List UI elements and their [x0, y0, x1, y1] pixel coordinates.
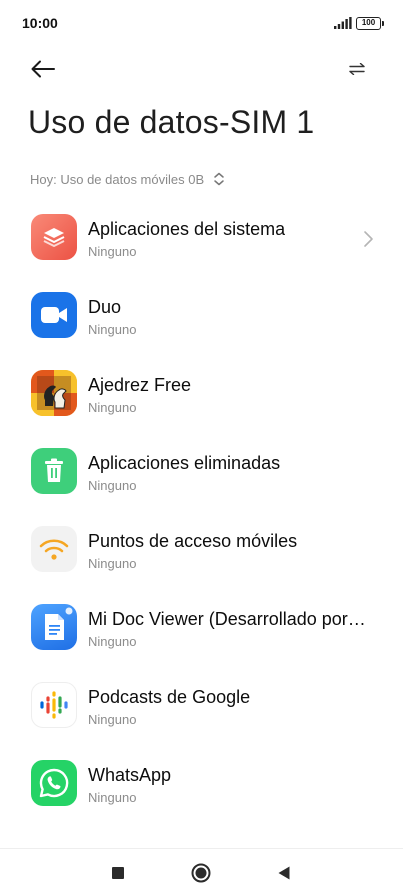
back-button[interactable] [28, 54, 58, 84]
doc-viewer-icon [31, 604, 77, 650]
app-usage: Ninguno [88, 790, 137, 805]
usage-filter-dropdown[interactable]: Hoy: Uso de datos móviles 0B [30, 169, 225, 189]
system-apps-icon [31, 214, 77, 260]
app-name: Puntos de acceso móviles [88, 531, 298, 551]
app-name: Podcasts de Google [88, 687, 251, 707]
list-item[interactable]: Aplicaciones del sistema Ninguno [0, 202, 403, 280]
usage-filter-label: Hoy: Uso de datos móviles 0B [30, 171, 205, 187]
hotspot-icon [31, 526, 77, 572]
app-name: Ajedrez Free [88, 375, 192, 395]
recents-square-icon[interactable] [112, 867, 124, 879]
list-item[interactable]: Puntos de acceso móviles Ninguno [0, 514, 403, 592]
status-time: 10:00 [22, 15, 58, 31]
app-name: WhatsApp [88, 765, 172, 785]
app-usage: Ninguno [88, 556, 137, 571]
arrow-left-icon [31, 60, 55, 78]
google-podcasts-icon [31, 682, 77, 728]
swap-button[interactable] [342, 54, 372, 84]
signal-icon [334, 17, 352, 29]
page-title: Uso de datos-SIM 1 [28, 104, 315, 140]
app-usage: Ninguno [88, 322, 137, 337]
battery-icon: 100 [356, 17, 384, 30]
navigation-bar [0, 848, 403, 896]
status-bar: 10:00 100 [0, 0, 403, 48]
app-name: Duo [88, 297, 122, 317]
app-usage: Ninguno [88, 478, 137, 493]
duo-icon [31, 292, 77, 338]
whatsapp-icon [31, 760, 77, 806]
app-name: Aplicaciones del sistema [88, 219, 286, 239]
list-item[interactable]: Podcasts de Google Ninguno [0, 670, 403, 748]
chevron-right-icon [364, 231, 373, 247]
app-usage: Ninguno [88, 712, 137, 727]
chess-icon [31, 370, 77, 416]
list-item[interactable]: WhatsApp Ninguno [0, 748, 403, 826]
list-item[interactable]: Duo Ninguno [0, 280, 403, 358]
home-circle-icon[interactable] [191, 863, 211, 883]
app-name: Mi Doc Viewer (Desarrollado por… [88, 609, 366, 629]
back-triangle-icon[interactable] [277, 865, 291, 881]
list-item[interactable]: Ajedrez Free Ninguno [0, 358, 403, 436]
app-usage: Ninguno [88, 634, 137, 649]
app-name: Aplicaciones eliminadas [88, 453, 281, 473]
list-item[interactable]: Aplicaciones eliminadas Ninguno [0, 436, 403, 514]
app-usage: Ninguno [88, 244, 137, 259]
updown-chevron-icon [214, 172, 224, 186]
swap-arrows-icon [349, 63, 365, 75]
trash-icon [31, 448, 77, 494]
list-item[interactable]: Mi Doc Viewer (Desarrollado por… Ninguno [0, 592, 403, 670]
app-usage: Ninguno [88, 400, 137, 415]
